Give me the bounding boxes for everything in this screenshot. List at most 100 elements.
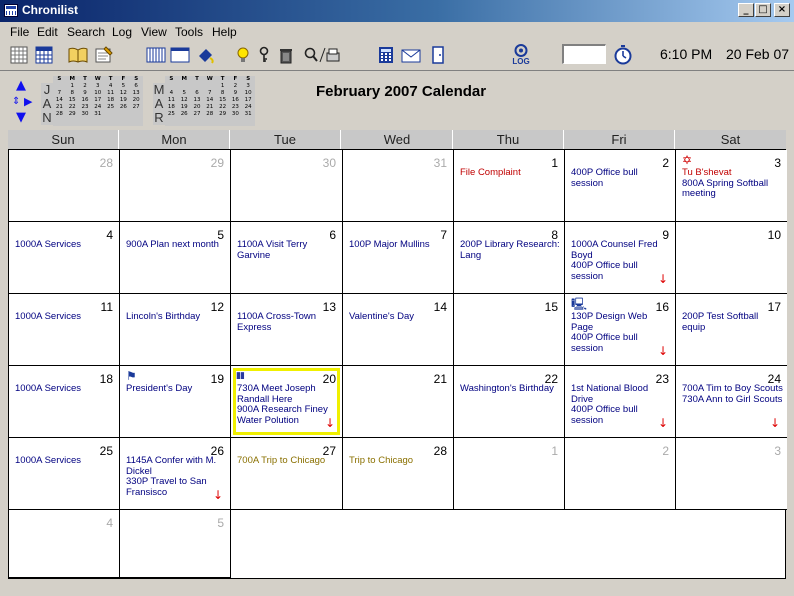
day-cell[interactable]: 6 1100A Visit Terry Garvine <box>231 222 343 294</box>
stopwatch-icon[interactable] <box>612 44 634 66</box>
more-events-arrow-icon[interactable]: ↓ <box>325 417 335 429</box>
calendar-event[interactable]: 730A Ann to Girl Scouts <box>682 394 783 406</box>
week-view-icon[interactable] <box>145 44 167 66</box>
mini-calendar-day[interactable]: 21 <box>53 104 66 111</box>
day-cell[interactable]: 25 1000A Services <box>9 438 120 510</box>
day-cell[interactable]: 29 <box>120 150 231 222</box>
month-view-icon[interactable] <box>33 44 55 66</box>
calendar-event[interactable]: 800A Spring Softball meeting <box>682 178 783 200</box>
mini-calendar-day[interactable]: 23 <box>229 104 242 111</box>
mini-calendar-day[interactable]: 29 <box>216 111 229 118</box>
day-cell[interactable]: 27 700A Trip to Chicago <box>231 438 343 510</box>
menu-edit[interactable]: Edit <box>37 25 58 39</box>
close-button[interactable]: × <box>774 3 790 17</box>
day-cell[interactable]: 12 Lincoln's Birthday <box>120 294 231 366</box>
mini-calendar-day[interactable]: 1 <box>216 83 229 90</box>
day-cell[interactable]: 31 <box>343 150 454 222</box>
mini-calendar-prev[interactable]: J A N S M T W T F S1 2 3 4 5 67 8 9 10 11 12 1314 15 16 17 18… <box>41 75 143 127</box>
calendar-event[interactable]: 730A Meet Joseph Randall Here <box>237 383 338 405</box>
mini-calendar-day[interactable]: 14 <box>53 97 66 104</box>
mini-calendar-day[interactable]: 18 <box>165 104 178 111</box>
mini-calendar-day[interactable]: 31 <box>242 111 255 118</box>
mini-calendar-day[interactable]: 20 <box>191 104 204 111</box>
day-cell[interactable]: 3 <box>676 438 787 510</box>
mini-calendar-day[interactable]: 2 <box>79 83 92 90</box>
day-cell[interactable]: 4 <box>9 510 120 578</box>
day-cell[interactable]: 24 700A Tim to Boy Scouts 730A Ann to Girl… <box>676 366 787 438</box>
menu-file[interactable]: File <box>10 25 29 39</box>
calendar-event[interactable]: 1100A Cross-Town Express <box>237 311 338 333</box>
mini-calendar-day[interactable]: 29 <box>66 111 79 118</box>
more-events-arrow-icon[interactable]: ↓ <box>213 489 223 501</box>
day-cell[interactable]: 23 1st National Blood Drive 400P Office bu… <box>565 366 676 438</box>
mini-calendar-day[interactable]: 5 <box>178 90 191 97</box>
day-cell[interactable]: 18 1000A Services <box>9 366 120 438</box>
menu-help[interactable]: Help <box>212 25 237 39</box>
year-view-icon[interactable] <box>8 44 30 66</box>
mini-calendar-day[interactable]: 6 <box>130 83 143 90</box>
calendar-event[interactable]: 900A Plan next month <box>126 239 226 251</box>
day-cell[interactable]: 30 <box>231 150 343 222</box>
mini-calendar-day[interactable]: 27 <box>191 111 204 118</box>
calendar-event[interactable]: Tu B'shevat <box>682 167 783 179</box>
mini-calendar-day[interactable]: 3 <box>91 83 104 90</box>
mini-calendar-day[interactable]: 18 <box>104 97 117 104</box>
calendar-event[interactable]: File Complaint <box>460 167 560 179</box>
mini-calendar-day[interactable]: 10 <box>91 90 104 97</box>
day-cell[interactable]: 4 1000A Services <box>9 222 120 294</box>
idea-bulb-icon[interactable] <box>232 44 254 66</box>
mini-calendar-day[interactable]: 13 <box>130 90 143 97</box>
menu-tools[interactable]: Tools <box>175 25 203 39</box>
day-cell[interactable]: 9 1000A Counsel Fred Boyd 400P Office bull… <box>565 222 676 294</box>
day-cell[interactable]: 5 <box>120 510 231 578</box>
trash-icon[interactable] <box>275 44 297 66</box>
prev-arrow-icon[interactable]: ▲ <box>16 79 26 92</box>
more-events-arrow-icon[interactable]: ↓ <box>658 273 668 285</box>
mini-calendar-day[interactable]: 13 <box>191 97 204 104</box>
next-arrow-icon[interactable]: ▼ <box>16 111 26 124</box>
mini-calendar-day[interactable]: 16 <box>229 97 242 104</box>
scroll-arrows-icon[interactable]: ⇕ <box>12 95 20 108</box>
key-icon[interactable] <box>253 44 275 66</box>
log-icon[interactable]: LOG <box>510 42 532 68</box>
mini-calendar-day[interactable]: 5 <box>117 83 130 90</box>
mini-calendar-grid[interactable]: SMTWTFS123456789101112131415161718192021… <box>53 76 143 126</box>
calculator-icon[interactable] <box>375 44 397 66</box>
day-cell[interactable]: 13 1100A Cross-Town Express <box>231 294 343 366</box>
mini-calendar-day[interactable]: 20 <box>130 97 143 104</box>
calendar-event[interactable]: 1000A Services <box>15 455 115 467</box>
day-view-icon[interactable] <box>169 44 191 66</box>
day-cell[interactable]: 26 1145A Confer with M. Dickel 330P Travel… <box>120 438 231 510</box>
notes-icon[interactable] <box>93 44 115 66</box>
day-cell[interactable]: 8 200P Library Research: Lang <box>454 222 565 294</box>
calendar-event[interactable]: 1100A Visit Terry Garvine <box>237 239 338 261</box>
mini-calendar-day[interactable]: 28 <box>53 111 66 118</box>
more-events-arrow-icon[interactable]: ↓ <box>658 345 668 357</box>
calendar-event[interactable]: 200P Library Research: Lang <box>460 239 560 261</box>
calendar-event[interactable]: Lincoln's Birthday <box>126 311 226 323</box>
mini-calendar-day[interactable]: 31 <box>91 111 104 118</box>
calendar-event[interactable]: 700A Trip to Chicago <box>237 455 338 467</box>
mini-calendar-day[interactable]: 26 <box>117 104 130 111</box>
mini-calendar-day[interactable]: 21 <box>203 104 216 111</box>
day-cell[interactable]: 28 Trip to Chicago <box>343 438 454 510</box>
day-cell[interactable]: 3 ✡ Tu B'shevat 800A Spring Softball meetin… <box>676 150 787 222</box>
mini-calendar-day[interactable]: 19 <box>117 97 130 104</box>
mini-calendar-day[interactable]: 8 <box>216 90 229 97</box>
calendar-event[interactable]: 1000A Services <box>15 239 115 251</box>
mini-calendar-day[interactable]: 15 <box>66 97 79 104</box>
day-cell[interactable]: 10 <box>676 222 787 294</box>
forward-arrow-icon[interactable]: ▶ <box>24 95 32 108</box>
calendar-event[interactable]: 330P Travel to San Fransisco <box>126 476 226 498</box>
calendar-event[interactable]: 400P Office bull session <box>571 332 671 354</box>
mail-icon[interactable] <box>400 44 422 66</box>
mini-calendar-day[interactable]: 7 <box>53 90 66 97</box>
mini-calendar-day[interactable]: 12 <box>178 97 191 104</box>
mini-calendar-day[interactable]: 19 <box>178 104 191 111</box>
mini-calendar-day[interactable]: 26 <box>178 111 191 118</box>
mini-calendar-day[interactable]: 10 <box>242 90 255 97</box>
mini-calendar-day[interactable]: 15 <box>216 97 229 104</box>
calendar-event[interactable]: 1000A Services <box>15 383 115 395</box>
calendar-event[interactable]: 100P Major Mullins <box>349 239 449 251</box>
find-print-icon[interactable] <box>303 44 341 66</box>
